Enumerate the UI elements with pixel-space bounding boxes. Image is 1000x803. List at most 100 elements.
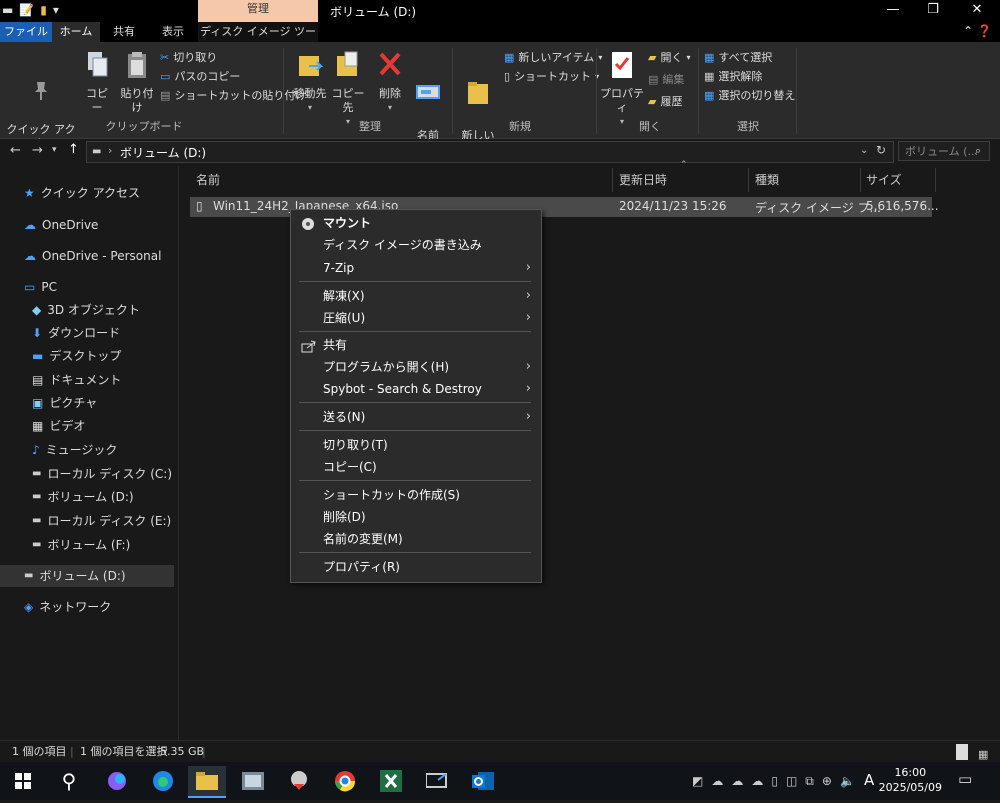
- search-icon[interactable]: ⚲: [50, 766, 88, 796]
- column-header-size[interactable]: サイズ: [866, 168, 902, 192]
- menu-item-spybot[interactable]: Spybot - Search & Destroy ›: [291, 378, 541, 400]
- nav-local-disk-e[interactable]: ▬ ローカル ディスク (E:): [32, 510, 171, 532]
- address-dropdown-icon[interactable]: ⌄: [860, 145, 868, 156]
- tab-disk-image-tools[interactable]: ディスク イメージ ツール: [198, 22, 318, 58]
- nav-network[interactable]: ◈ ネットワーク: [24, 596, 111, 618]
- close-button[interactable]: ✕: [954, 0, 1000, 22]
- chrome-icon[interactable]: [326, 766, 364, 796]
- customize-qat-icon[interactable]: ▾: [53, 3, 59, 17]
- tray-onedrive-icon[interactable]: ☁: [711, 774, 723, 789]
- nav-volume-d[interactable]: ▬ ボリューム (D:): [32, 486, 134, 508]
- menu-item-send-to[interactable]: 送る(N) ›: [291, 406, 541, 428]
- help-icon[interactable]: ❓: [977, 24, 992, 38]
- select-none-button[interactable]: ▦ 選択解除: [704, 67, 762, 85]
- nav-desktop[interactable]: ▬ デスクトップ: [32, 345, 121, 367]
- tray-onedrive-icon[interactable]: ☁: [731, 774, 743, 789]
- explorer-app-icon[interactable]: ▬: [2, 3, 13, 17]
- forward-arrow-icon[interactable]: →: [32, 143, 43, 158]
- tab-view[interactable]: 表示: [150, 22, 196, 42]
- column-header-name[interactable]: 名前: [196, 168, 220, 192]
- address-bar[interactable]: [86, 141, 894, 163]
- nav-pictures[interactable]: ▣ ピクチャ: [32, 392, 97, 414]
- new-folder-quick-icon[interactable]: ▮: [40, 3, 47, 17]
- move-to-button[interactable]: 移動先 ▾: [290, 50, 330, 115]
- notification-icon[interactable]: ▭: [958, 770, 972, 788]
- nav-volume-d-selected[interactable]: ▬ ボリューム (D:): [0, 565, 174, 587]
- nav-volume-f[interactable]: ▬ ボリューム (F:): [32, 534, 130, 556]
- paste-button[interactable]: 貼り付け: [116, 50, 158, 115]
- paste-shortcut-button[interactable]: ▤ ショートカットの貼り付け: [160, 86, 306, 104]
- menu-item-rename[interactable]: 名前の変更(M): [291, 528, 541, 550]
- back-arrow-icon[interactable]: ←: [10, 143, 21, 158]
- volume-icon[interactable]: 🔈: [840, 774, 855, 789]
- menu-item-7zip[interactable]: 7-Zip ›: [291, 257, 541, 279]
- shortcut-button[interactable]: ▯ ショートカット ▾: [504, 67, 599, 85]
- edge-icon[interactable]: [144, 766, 182, 796]
- menu-item-mount[interactable]: マウント: [291, 212, 541, 234]
- column-header-date[interactable]: 更新日時: [619, 168, 667, 192]
- nav-music[interactable]: ♪ ミュージック: [32, 439, 117, 461]
- breadcrumb-separator-icon[interactable]: ›: [108, 144, 112, 157]
- menu-item-extract[interactable]: 解凍(X) ›: [291, 285, 541, 307]
- remote-desktop-icon[interactable]: [418, 766, 456, 796]
- column-header-type[interactable]: 種類: [755, 168, 779, 192]
- open-button[interactable]: ▰ 開く ▾: [648, 48, 690, 66]
- menu-item-create-shortcut[interactable]: ショートカットの作成(S): [291, 484, 541, 506]
- menu-item-open-with[interactable]: プログラムから開く(H) ›: [291, 356, 541, 378]
- nav-documents[interactable]: ▤ ドキュメント: [32, 369, 121, 391]
- network-tray-icon[interactable]: ⧉: [805, 774, 814, 789]
- tray-cloud-icon[interactable]: ☁: [751, 774, 763, 789]
- snipping-tool-icon[interactable]: [280, 766, 318, 796]
- file-explorer-taskbar-icon[interactable]: [188, 766, 226, 798]
- breadcrumb[interactable]: ボリューム (D:): [120, 144, 206, 161]
- taskbar-clock[interactable]: 16:00 2025/05/09: [879, 765, 942, 795]
- maximize-button[interactable]: ❐: [910, 0, 956, 22]
- excel-icon[interactable]: [372, 766, 410, 796]
- tab-file[interactable]: ファイル: [0, 22, 52, 42]
- nav-videos[interactable]: ▦ ビデオ: [32, 415, 85, 437]
- tray-app-icon[interactable]: ◩: [692, 774, 703, 789]
- usb-eject-icon[interactable]: ▯: [771, 774, 778, 789]
- start-windows-icon[interactable]: [4, 766, 42, 796]
- invert-selection-button[interactable]: ▦ 選択の切り替え: [704, 86, 795, 104]
- refresh-icon[interactable]: ↻: [876, 143, 886, 157]
- search-icon[interactable]: ⌕: [975, 144, 981, 158]
- nav-3d-objects[interactable]: ◆ 3D オブジェクト: [32, 299, 140, 321]
- history-button[interactable]: ▰ 履歴: [648, 92, 682, 110]
- tab-share[interactable]: 共有: [104, 22, 144, 42]
- up-arrow-icon[interactable]: ↑: [68, 142, 79, 157]
- globe-icon[interactable]: ⊕: [822, 774, 832, 789]
- menu-item-cut[interactable]: 切り取り(T): [291, 434, 541, 456]
- menu-item-share[interactable]: 共有: [291, 334, 541, 356]
- copy-path-button[interactable]: ▭ パスのコピー: [160, 67, 240, 85]
- menu-item-burn-image[interactable]: ディスク イメージの書き込み: [291, 234, 541, 256]
- delete-button[interactable]: 削除 ▾: [372, 50, 408, 115]
- menu-item-properties[interactable]: プロパティ(R): [291, 556, 541, 578]
- column-separator[interactable]: [748, 168, 749, 192]
- collapse-ribbon-icon[interactable]: ⌃: [963, 24, 973, 38]
- select-all-button[interactable]: ▦ すべて選択: [704, 48, 772, 66]
- column-separator[interactable]: [935, 168, 936, 192]
- tray-device-icon[interactable]: ◫: [786, 774, 797, 789]
- cut-button[interactable]: ✂ 切り取り: [160, 48, 217, 66]
- details-view-icon[interactable]: [956, 744, 968, 760]
- menu-item-compress[interactable]: 圧縮(U) ›: [291, 307, 541, 329]
- ime-indicator[interactable]: A: [864, 771, 874, 789]
- nav-local-disk-c[interactable]: ▬ ローカル ディスク (C:): [32, 463, 172, 485]
- photos-app-icon[interactable]: [234, 766, 272, 796]
- menu-item-delete[interactable]: 削除(D): [291, 506, 541, 528]
- recent-locations-chevron-icon[interactable]: ▾: [52, 145, 57, 155]
- column-separator[interactable]: [612, 168, 613, 192]
- outlook-icon[interactable]: [464, 766, 502, 796]
- edit-button[interactable]: ▤ 編集: [648, 70, 684, 88]
- nav-onedrive[interactable]: ☁ OneDrive: [24, 214, 98, 236]
- nav-onedrive-personal[interactable]: ☁ OneDrive - Personal: [24, 245, 161, 267]
- nav-quick-access[interactable]: ★ クイック アクセス: [24, 182, 140, 204]
- new-item-button[interactable]: ▦ 新しいアイテム ▾: [504, 48, 602, 66]
- column-separator[interactable]: [860, 168, 861, 192]
- nav-downloads[interactable]: ⬇ ダウンロード: [32, 322, 120, 344]
- nav-pc[interactable]: ▭ PC: [24, 276, 57, 298]
- properties-quick-icon[interactable]: 📝: [19, 3, 34, 17]
- menu-item-copy[interactable]: コピー(C): [291, 456, 541, 478]
- copilot-icon[interactable]: [98, 766, 136, 796]
